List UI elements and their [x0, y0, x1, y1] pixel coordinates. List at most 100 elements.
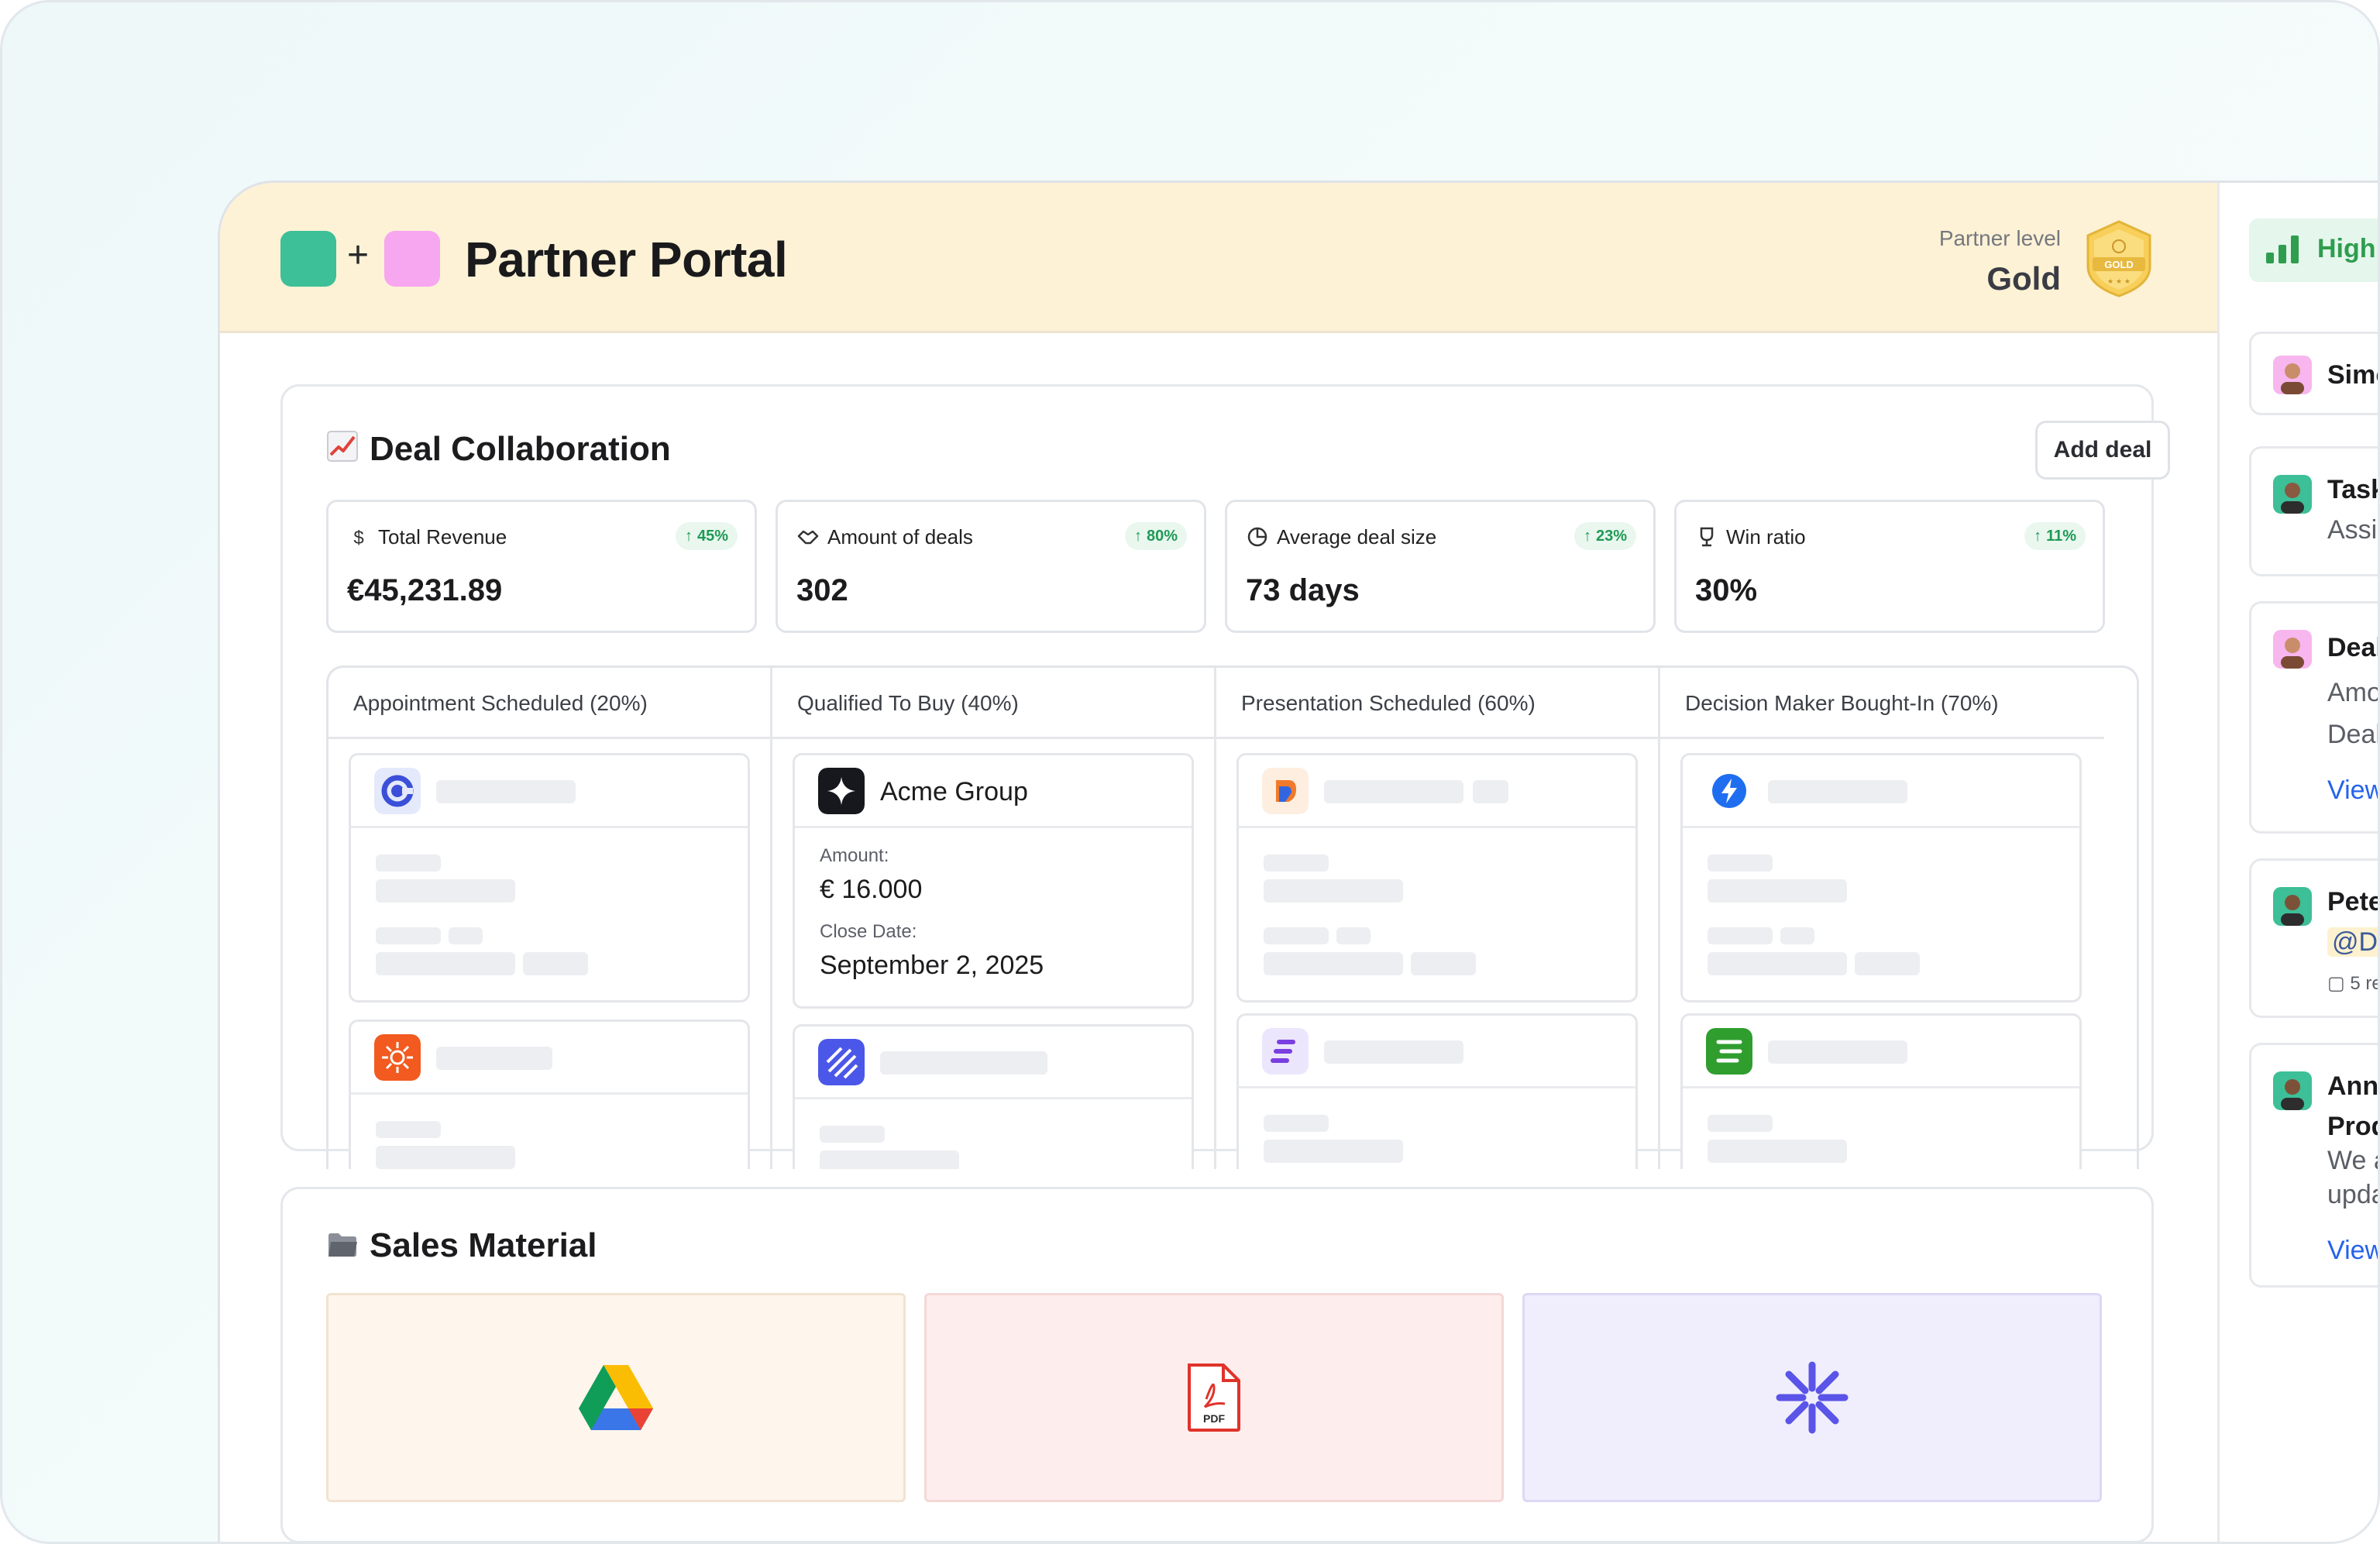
stat-total-revenue: $ Total Revenue ↑ 45% €45,231.89 — [326, 500, 757, 633]
deal-card-placeholder[interactable] — [1680, 753, 2082, 1002]
deal-card-placeholder[interactable] — [1236, 753, 1638, 1002]
add-deal-button[interactable]: Add deal — [2035, 421, 2170, 480]
column-header: Decision Maker Bought-In (70%) — [1660, 668, 2104, 739]
pipeline-column: Qualified To Buy (40%) Acme Group Amount… — [772, 668, 1216, 1169]
avatar — [2273, 356, 2312, 394]
deal-collaboration-title: Deal Collaboration — [370, 430, 671, 468]
activity-subtitle: Prod — [2327, 1112, 2378, 1141]
avatar — [2273, 475, 2312, 514]
activity-detail: We a — [2327, 1146, 2378, 1175]
company-logo-pink — [384, 231, 440, 287]
stat-label: Amount of deals — [827, 525, 973, 548]
amount-value: € 16.000 — [820, 875, 923, 904]
activity-item[interactable]: Deal Amou Deal View — [2249, 601, 2380, 834]
deal-card-placeholder[interactable] — [1680, 1013, 2082, 1169]
stat-value: 302 — [796, 573, 848, 607]
folder-icon — [328, 1233, 357, 1257]
view-link[interactable]: View — [2327, 1236, 2378, 1266]
trend-badge: ↑ 23% — [1573, 522, 1636, 550]
svg-text:$: $ — [353, 528, 363, 548]
trend-badge: ↑ 45% — [675, 522, 738, 550]
bolt-logo-icon — [1706, 768, 1752, 814]
lines-logo-icon — [1262, 1028, 1309, 1075]
activity-side-panel: High Simo Task Assis Deal Am — [2217, 183, 2380, 1542]
signal-bars-icon — [2266, 236, 2300, 263]
deal-card-acme[interactable]: Acme Group Amount: € 16.000 Close Date: … — [793, 753, 1194, 1009]
trend-badge: ↑ 11% — [2024, 522, 2086, 550]
stat-label: Win ratio — [1726, 525, 1806, 548]
deal-card-placeholder[interactable] — [1236, 1013, 1638, 1169]
partner-portal-window: + Partner Portal Partner level Gold GOLD… — [218, 181, 2380, 1542]
asterisk-tile[interactable] — [1522, 1293, 2102, 1502]
arrow-up-icon: ↑ — [2034, 527, 2042, 545]
reply-count: ▢ 5 re — [2327, 973, 2380, 994]
pdf-label: PDF — [1203, 1412, 1225, 1425]
activity-title: Deal — [2327, 633, 2380, 662]
activity-title: Anno — [2327, 1071, 2379, 1101]
activity-title: Task — [2327, 475, 2380, 504]
portal-header: + Partner Portal Partner level Gold GOLD… — [220, 183, 2217, 333]
deal-card-placeholder[interactable] — [349, 1020, 750, 1169]
stat-value: 73 days — [1246, 573, 1360, 607]
close-date-label: Close Date: — [820, 921, 917, 942]
deal-pipeline-board: Appointment Scheduled (20%) Qualified To… — [326, 665, 2139, 1169]
stat-average-deal-size: Average deal size ↑ 23% 73 days — [1225, 500, 1656, 633]
logo-plus-icon: + — [347, 235, 370, 276]
stat-label: Average deal size — [1277, 525, 1437, 548]
priority-chip-label: High — [2317, 234, 2376, 263]
sparkle-logo-icon — [818, 768, 865, 814]
arrow-up-icon: ↑ — [1133, 527, 1142, 545]
column-header: Appointment Scheduled (20%) — [328, 668, 770, 739]
badge-label: GOLD — [2104, 259, 2134, 270]
deal-card-placeholder[interactable] — [349, 753, 750, 1002]
pdf-tile[interactable]: PDF — [924, 1293, 1504, 1502]
trophy-icon — [1700, 527, 1714, 547]
column-header: Presentation Scheduled (60%) — [1216, 668, 1658, 739]
handshake-icon — [797, 530, 819, 545]
close-date-value: September 2, 2025 — [820, 951, 1044, 980]
pipeline-column: Appointment Scheduled (20%) — [328, 668, 772, 1169]
stat-amount-of-deals: Amount of deals ↑ 80% 302 — [776, 500, 1206, 633]
partner-level-label: Partner level — [1938, 226, 2061, 250]
app-background: + Partner Portal Partner level Gold GOLD… — [0, 0, 2380, 1544]
amount-label: Amount: — [820, 845, 889, 866]
pdf-icon: PDF — [1188, 1363, 1240, 1432]
activity-detail: Amou — [2327, 678, 2378, 707]
comment-icon: ▢ — [2327, 973, 2351, 994]
deal-company-name: Acme Group — [880, 777, 1028, 806]
deal-card-placeholder[interactable] — [793, 1024, 1194, 1169]
view-link[interactable]: View — [2327, 775, 2378, 806]
stat-win-ratio: Win ratio ↑ 11% 30% — [1674, 500, 2105, 633]
google-drive-icon — [579, 1365, 653, 1430]
pipeline-column: Presentation Scheduled (60%) — [1216, 668, 1660, 1169]
activity-item[interactable]: Peter @Da ▢ 5 re — [2249, 858, 2380, 1018]
stat-value: 30% — [1695, 573, 1758, 607]
stat-value: €45,231.89 — [347, 573, 503, 607]
sun-logo-icon — [374, 1034, 421, 1081]
partner-logo-green — [280, 231, 336, 287]
layers-logo-icon — [1706, 1028, 1752, 1075]
deal-collaboration-card: Deal Collaboration Add deal $ Total Reve… — [280, 384, 2170, 1169]
sales-material-card: Sales Material PDF — [280, 1187, 2154, 1542]
priority-chip[interactable]: High — [2249, 218, 2378, 282]
arrow-up-icon: ↑ — [684, 527, 693, 545]
company-logo-icon — [1262, 768, 1309, 814]
svg-text:★ ★ ★: ★ ★ ★ — [2107, 278, 2131, 286]
company-logo-icon — [374, 768, 421, 814]
stripes-logo-icon — [818, 1039, 865, 1085]
activity-item[interactable]: Anno Prod We a upda View — [2249, 1043, 2379, 1288]
google-drive-tile[interactable] — [326, 1293, 906, 1502]
activity-detail: Assis — [2327, 515, 2378, 545]
gold-badge-icon: GOLD ★ ★ ★ — [2086, 220, 2151, 297]
activity-detail: upda — [2327, 1180, 2378, 1209]
asterisk-icon — [1776, 1361, 1849, 1434]
activity-item[interactable]: Simo — [2249, 332, 2378, 415]
trend-badge: ↑ 80% — [1124, 522, 1187, 550]
pipeline-column: Decision Maker Bought-In (70%) — [1660, 668, 2104, 1169]
column-header: Qualified To Buy (40%) — [772, 668, 1214, 739]
stat-label: Total Revenue — [378, 525, 507, 548]
activity-item[interactable]: Task Assis — [2249, 446, 2380, 576]
activity-detail: Deal — [2327, 720, 2380, 749]
dollar-icon: $ — [353, 528, 363, 548]
partner-level-value: Gold — [1986, 260, 2061, 297]
